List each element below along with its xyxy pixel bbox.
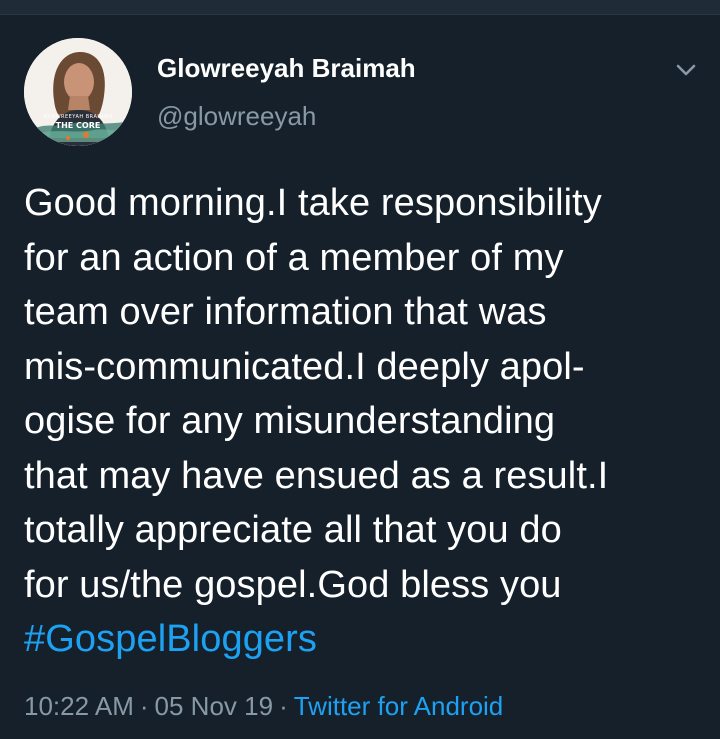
tweet-detail: GLOWREEYAH BRAIMAH THE CORE Glowreeyah B… xyxy=(0,14,720,739)
chevron-down-icon xyxy=(676,64,696,76)
top-divider xyxy=(0,0,720,15)
avatar-banner-text: THE CORE xyxy=(56,121,101,130)
tweet-source-link[interactable]: Twitter for Android xyxy=(294,691,504,721)
tweet-text-line: totally appreciate all that you do xyxy=(24,509,562,551)
tweet-meta: 10:22 AM · 05 Nov 19 · Twitter for Android xyxy=(24,691,503,722)
meta-separator: · xyxy=(139,691,149,721)
tweet-text-line: for us/the gospel.God bless you xyxy=(24,563,562,606)
tweet-date: 05 Nov 19 xyxy=(154,691,274,721)
tweet-text-line: ogise for any misunderstanding xyxy=(24,400,556,442)
tweet-text-line: mis-communicated.I deeply apol- xyxy=(24,345,585,388)
tweet-text: Good morning.I take responsibility for a… xyxy=(24,176,704,667)
profile-photo-avatar: GLOWREEYAH BRAIMAH THE CORE xyxy=(24,38,132,146)
author-avatar[interactable]: GLOWREEYAH BRAIMAH THE CORE xyxy=(24,38,132,146)
avatar-logo-text: GLOWREEYAH BRAIMAH xyxy=(44,114,113,120)
tweet-menu-button[interactable] xyxy=(672,56,700,84)
tweet-text-line: team over information that was xyxy=(24,291,547,333)
author-display-name[interactable]: Glowreeyah Braimah xyxy=(157,53,416,84)
tweet-text-line: for an action of a member of my xyxy=(24,236,564,279)
tweet-text-line: that may have ensued as a result.I xyxy=(24,454,609,497)
tweet-time: 10:22 AM xyxy=(24,691,134,721)
meta-separator: · xyxy=(279,691,288,721)
tweet-text-line: Good morning.I take responsibility xyxy=(24,182,602,224)
author-handle[interactable]: @glowreeyah xyxy=(157,101,316,132)
hashtag-link[interactable]: #GospelBloggers xyxy=(24,612,704,667)
